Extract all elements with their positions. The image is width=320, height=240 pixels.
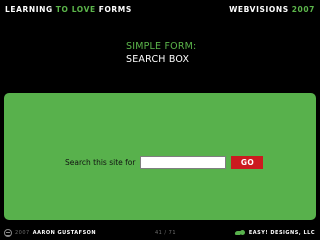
easy-designs-logo-icon [235,230,246,236]
header-word-webvisions: WEBVISIONS [229,5,289,14]
footer-company: EASY! DESIGNS, LLC [235,228,315,238]
footer-copyright: 2007 AARON GUSTAFSON [4,228,96,238]
conference-name: WEBVISIONS 2007 [229,4,315,16]
go-button[interactable]: GO [231,156,264,169]
slide-footer: 2007 AARON GUSTAFSON 41 / 71 EASY! DESIG… [4,228,315,238]
search-label: Search this site for [65,158,136,167]
slide-title-line1: SIMPLE FORM: [126,41,197,52]
header-word-learning: LEARNING [5,5,53,14]
header-word-to-love: TO LOVE [55,5,96,14]
footer-slide-number: 41 / 71 [155,228,176,238]
slide-number: 41 / 71 [154,230,177,236]
slide-title: SIMPLE FORM: SEARCH BOX [126,40,196,66]
creative-commons-icon [4,229,12,237]
search-form: Search this site for GO [65,156,264,169]
presentation-title: LEARNING TO LOVE FORMS [5,4,132,16]
header-word-forms: FORMS [98,5,132,14]
slide-title-line2: SEARCH BOX [126,54,190,65]
header-year: 2007 [291,5,315,14]
slide: LEARNING TO LOVE FORMS WEBVISIONS 2007 S… [0,0,320,240]
footer-author: AARON GUSTAFSON [32,230,97,236]
footer-year: 2007 [15,230,30,236]
demo-stage: Search this site for GO [4,93,316,220]
slide-header: LEARNING TO LOVE FORMS WEBVISIONS 2007 [5,4,315,16]
company-name: EASY! DESIGNS, LLC [248,230,315,236]
search-input[interactable] [140,156,227,169]
